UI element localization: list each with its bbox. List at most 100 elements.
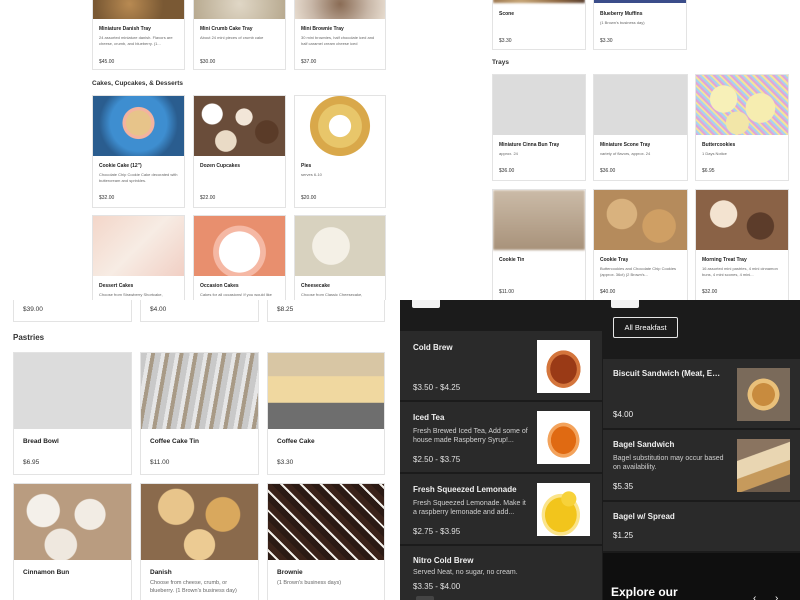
product-image bbox=[268, 484, 384, 560]
text-tr-row1-2-name: Buttercookies bbox=[702, 142, 736, 148]
product-image bbox=[93, 0, 184, 19]
text-tl-desserts-1-name: Occasion Cakes bbox=[200, 283, 239, 289]
product-card[interactable]: Coffee Cake $3.30 bbox=[267, 352, 385, 475]
product-image bbox=[696, 75, 788, 135]
product-card[interactable]: $8.25 bbox=[267, 300, 385, 322]
product-card[interactable]: Miniature Scone Tray variety of flavors,… bbox=[593, 74, 688, 181]
product-card[interactable]: Buttercookies 1 Days Notice $6.95 bbox=[695, 74, 789, 181]
product-card[interactable]: Miniature Cinna Bun Tray approx. 24 $36.… bbox=[492, 74, 586, 181]
tab-button[interactable] bbox=[611, 300, 639, 308]
section-heading: Trays bbox=[492, 59, 509, 66]
text-tl-traystop-1-desc: About 24 mini pieces of crumb cake bbox=[200, 35, 264, 40]
menu-item[interactable]: Bagel Sandwich Bagel substitution may oc… bbox=[603, 430, 800, 501]
text-bl-row2-2-desc: (1 Brown's business days) bbox=[277, 580, 342, 586]
text-tl-desserts-2-desc: Choose from Classic Cheesecake, bbox=[301, 292, 363, 297]
text-bm-items-2-name: Fresh Squeezed Lemonade bbox=[413, 485, 517, 494]
menu-item-image bbox=[537, 483, 590, 536]
text-tr-row1-2-price: $6.95 bbox=[702, 168, 715, 174]
product-card[interactable]: Brownie (1 Brown's business days) bbox=[267, 483, 385, 600]
explore-heading: Explore our bbox=[611, 585, 678, 599]
product-card[interactable]: Danish Choose from cheese, crumb, or blu… bbox=[140, 483, 259, 600]
text-tr-top-1-name: Blueberry Muffins bbox=[600, 11, 643, 17]
product-card[interactable]: Scone $3.30 bbox=[492, 0, 586, 50]
product-card[interactable]: $4.00 bbox=[140, 300, 259, 322]
text-tl-cakes-0-price: $32.00 bbox=[99, 195, 115, 201]
menu-item[interactable]: Fresh Squeezed Lemonade Fresh Squeezed L… bbox=[400, 474, 602, 545]
product-image bbox=[14, 484, 131, 560]
text-tl-traystop-2-desc: 30 mini brownies, half chocolate iced an… bbox=[301, 35, 375, 46]
text-bm-items-3-name: Nitro Cold Brew bbox=[413, 556, 474, 565]
chevron-left-icon[interactable]: ‹ bbox=[753, 593, 756, 600]
product-card[interactable]: Pies serves 6-10 $20.00 bbox=[294, 95, 386, 208]
text-br-items-1-name: Bagel Sandwich bbox=[613, 440, 675, 449]
text-bm-items-1-name: Iced Tea bbox=[413, 413, 445, 422]
menu-item[interactable]: Nitro Cold Brew Served Neat, no sugar, n… bbox=[400, 546, 602, 600]
text-bl-pricestop-0: $39.00 bbox=[23, 306, 43, 313]
text-tr-row2-0-price: $11.00 bbox=[499, 289, 514, 295]
text-tr-row1-0-name: Miniature Cinna Bun Tray bbox=[499, 142, 560, 148]
text-tl-desserts-2-name: Cheesecake bbox=[301, 283, 330, 289]
text-tl-desserts-0-desc: Choose from Strawberry Shortcake, bbox=[99, 292, 163, 297]
text-tr-top-0-price: $3.30 bbox=[499, 38, 512, 44]
product-card[interactable]: Cinnamon Bun bbox=[13, 483, 132, 600]
text-tl-cakes-2-price: $20.00 bbox=[301, 195, 317, 201]
text-tr-row1-1-price: $36.00 bbox=[600, 168, 616, 174]
product-image bbox=[141, 484, 258, 560]
product-image bbox=[194, 96, 285, 156]
menu-item[interactable]: Iced Tea Fresh Brewed Iced Tea, Add some… bbox=[400, 402, 602, 473]
text-tl-cakes-0-desc: Chocolate Chip Cookie Cake decorated wit… bbox=[99, 172, 178, 183]
product-card[interactable]: Occasion Cakes Cakes for all occasions! … bbox=[193, 215, 286, 300]
product-card[interactable]: Cookie Cake (12") Chocolate Chip Cookie … bbox=[92, 95, 185, 208]
product-card[interactable]: Dozen Cupcakes $22.00 bbox=[193, 95, 286, 208]
text-tr-row2-2-name: Morning Treat Tray bbox=[702, 257, 747, 263]
text-tr-row2-0-name: Cookie Tin bbox=[499, 257, 525, 263]
section-heading: Pastries bbox=[13, 333, 45, 342]
text-tl-cakes-1-desc bbox=[200, 172, 279, 183]
all-breakfast-button[interactable]: All Breakfast bbox=[613, 317, 678, 338]
text-bl-row1-1-name: Coffee Cake Tin bbox=[150, 438, 200, 445]
text-br-items-1-price: $5.35 bbox=[613, 482, 634, 491]
product-card[interactable]: Miniature Danish Tray 24 assorted miniat… bbox=[92, 0, 185, 70]
menu-item-image bbox=[537, 411, 590, 464]
product-card[interactable]: Cookie Tray Buttercookies and Chocolate … bbox=[593, 189, 688, 300]
text-tr-row1-0-price: $36.00 bbox=[499, 168, 515, 174]
text-bm-items-3-price: $3.35 - $4.00 bbox=[413, 582, 461, 591]
menu-item[interactable]: Biscuit Sandwich (Meat, Egg,... $4.00 bbox=[603, 359, 800, 429]
text-br-items-0-price: $4.00 bbox=[613, 410, 634, 419]
text-bl-row2-2-name: Brownie bbox=[277, 569, 303, 576]
menu-item[interactable]: Bagel w/ Spread $1.25 bbox=[603, 502, 800, 552]
text-bl-row1-0-name: Bread Bowl bbox=[23, 438, 59, 445]
text-bm-items-2-desc: Fresh Squeezed Lemonade. Make it a raspb… bbox=[413, 500, 526, 516]
text-tr-row2-2-price: $32.00 bbox=[702, 289, 718, 295]
tab-button[interactable] bbox=[412, 300, 440, 308]
product-card[interactable]: Cookie Tin $11.00 bbox=[492, 189, 586, 300]
text-tl-cakes-1-price: $22.00 bbox=[200, 195, 216, 201]
chevron-right-icon[interactable]: › bbox=[775, 593, 778, 600]
text-bl-row2-1-desc: Choose from cheese, crumb, or blueberry.… bbox=[150, 580, 237, 594]
product-card[interactable]: Mini Crumb Cake Tray About 24 mini piece… bbox=[193, 0, 286, 70]
product-card[interactable]: Mini Brownie Tray 30 mini brownies, half… bbox=[294, 0, 386, 70]
text-tl-desserts-0-name: Dessert Cakes bbox=[99, 283, 134, 289]
product-card[interactable]: Cheesecake Choose from Classic Cheesecak… bbox=[294, 215, 386, 300]
cart-badge[interactable] bbox=[416, 596, 434, 600]
product-image bbox=[93, 216, 184, 276]
text-bl-row1-2-price: $3.30 bbox=[277, 459, 294, 466]
text-tr-row2-1-name: Cookie Tray bbox=[600, 257, 629, 263]
text-tl-traystop-2-price: $37.00 bbox=[301, 59, 317, 65]
text-tl-cakes-2-name: Pies bbox=[301, 163, 312, 169]
text-tl-traystop-1-name: Mini Crumb Cake Tray bbox=[200, 26, 253, 32]
product-image bbox=[493, 0, 585, 3]
text-tl-desserts-1-desc: Cakes for all occasions! If you would li… bbox=[200, 292, 272, 297]
product-card[interactable]: Coffee Cake Tin $11.00 bbox=[140, 352, 259, 475]
product-card[interactable]: Dessert Cakes Choose from Strawberry Sho… bbox=[92, 215, 185, 300]
product-image bbox=[141, 353, 258, 429]
product-card[interactable]: Blueberry Muffins (1 Brown's business da… bbox=[593, 0, 687, 50]
product-card[interactable]: $39.00 bbox=[13, 300, 132, 322]
product-card[interactable]: Morning Treat Tray 16 assorted mini past… bbox=[695, 189, 789, 300]
text-tr-row2-1-price: $40.00 bbox=[600, 289, 616, 295]
product-card[interactable]: Bread Bowl $6.95 bbox=[13, 352, 132, 475]
product-image bbox=[268, 353, 384, 429]
text-tl-cakes-2-desc: serves 6-10 bbox=[301, 172, 322, 177]
menu-item[interactable]: Cold Brew $3.50 - $4.25 bbox=[400, 331, 602, 401]
text-bl-pricestop-1: $4.00 bbox=[150, 306, 167, 313]
